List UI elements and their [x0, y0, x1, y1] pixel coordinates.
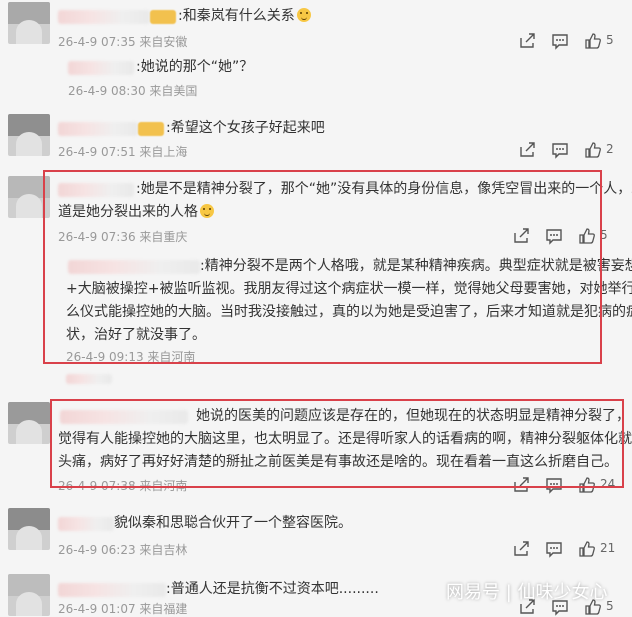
reply-text-line: :精神分裂不是两个人格哦，就是某种精神疾病。典型症状就是被害妄想 — [200, 258, 632, 274]
comment-meta: 26-4-9 07:38 来自河南 — [58, 479, 188, 493]
smile-emoji-icon — [296, 8, 311, 22]
user-badge — [150, 10, 176, 24]
comment-text: 貌似秦和思聪合伙开了一个整容医院。 — [114, 515, 352, 531]
comment-meta: 26-4-9 07:35 来自安徽 — [58, 35, 188, 49]
comment-text-line: 头痛，病好了再好好清楚的掰扯之前医美是有事故还是啥的。现在看着一直这么折磨自己。 — [58, 454, 618, 470]
like-count: 5 — [600, 228, 608, 242]
share-icon[interactable] — [512, 227, 530, 245]
comment-actions: 2 — [518, 141, 628, 159]
comment-text-line: 道是她分裂出来的人格 — [58, 202, 214, 222]
comment-actions: 5 — [518, 32, 628, 50]
comment-meta: 26-4-9 07:36 来自重庆 — [58, 230, 188, 244]
like-count: 5 — [606, 33, 614, 47]
like-count: 24 — [600, 477, 616, 491]
avatar[interactable] — [8, 508, 50, 550]
reply-text: :她说的那个“她”？ — [136, 59, 254, 75]
share-icon[interactable] — [512, 540, 530, 558]
comment-meta: 26-4-9 07:51 来自上海 — [58, 145, 188, 159]
watermark: 网易号 | 仙味少女心 — [446, 582, 608, 603]
comment-meta: 26-4-9 01:07 来自福建 — [58, 602, 188, 616]
username-blurred[interactable] — [58, 183, 134, 197]
like-icon[interactable] — [578, 227, 596, 245]
reply-meta: 26-4-9 09:13 来自河南 — [66, 350, 196, 364]
comment-icon[interactable] — [545, 476, 563, 494]
comment-icon[interactable] — [551, 141, 569, 159]
comment-icon[interactable] — [545, 540, 563, 558]
like-count: 2 — [606, 142, 614, 156]
user-badge — [138, 122, 164, 136]
reply-text-line: +大脑被操控+被监听监视。我朋友得过这个病症状一模一样，觉得她父母要害她，对她举… — [66, 281, 632, 297]
avatar[interactable] — [8, 114, 50, 156]
smile-emoji-icon — [200, 204, 214, 218]
comment-actions: 24 — [512, 476, 628, 494]
comment-meta: 26-4-9 06:23 来自吉林 — [58, 543, 188, 557]
username-blurred[interactable] — [58, 583, 166, 597]
comment-actions: 21 — [512, 540, 628, 558]
comment-text-line: 她说的医美的问题应该是存在的，但她现在的状态明显是精神分裂了， — [196, 408, 630, 424]
like-icon[interactable] — [584, 141, 602, 159]
comment-text-line: :她是不是精神分裂了，那个“她”没有具体的身份信息，像凭空冒出来的一个人，难 — [136, 181, 632, 197]
reply-username-blurred[interactable] — [68, 260, 200, 274]
comment-text-line: 觉得有人能操控她的大脑这里，也太明显了。还是得听家人的话看病的啊，精神分裂躯体化… — [58, 431, 632, 447]
avatar[interactable] — [8, 176, 50, 218]
comment-text: :普通人还是抗衡不过资本吧......... — [166, 581, 379, 597]
comment-text: :希望这个女孩子好起来吧 — [166, 120, 325, 136]
blurred-fragment — [66, 374, 112, 384]
share-icon[interactable] — [512, 476, 530, 494]
reply-username-blurred[interactable] — [68, 61, 134, 75]
comment-icon[interactable] — [551, 32, 569, 50]
avatar[interactable] — [8, 2, 50, 44]
comment-actions: 5 — [512, 227, 622, 245]
username-blurred[interactable] — [60, 410, 188, 424]
reply-text-line: 状，治好了就没事了。 — [66, 327, 206, 343]
like-icon[interactable] — [584, 32, 602, 50]
username-blurred[interactable] — [58, 122, 138, 136]
comment-icon[interactable] — [545, 227, 563, 245]
avatar[interactable] — [8, 574, 50, 616]
username-blurred[interactable] — [58, 10, 150, 24]
like-icon[interactable] — [578, 476, 596, 494]
like-icon[interactable] — [578, 540, 596, 558]
share-icon[interactable] — [518, 32, 536, 50]
avatar[interactable] — [8, 402, 50, 444]
share-icon[interactable] — [518, 141, 536, 159]
like-count: 21 — [600, 541, 616, 555]
comment-text: :和秦岚有什么关系 — [178, 6, 311, 26]
reply-meta: 26-4-9 08:30 来自美国 — [68, 84, 198, 98]
reply-text-line: 么仪式能操控她的大脑。当时我没接触过，真的以为她是受迫害了，后来才知道就是犯病的… — [66, 304, 632, 320]
username-blurred[interactable] — [58, 517, 114, 531]
